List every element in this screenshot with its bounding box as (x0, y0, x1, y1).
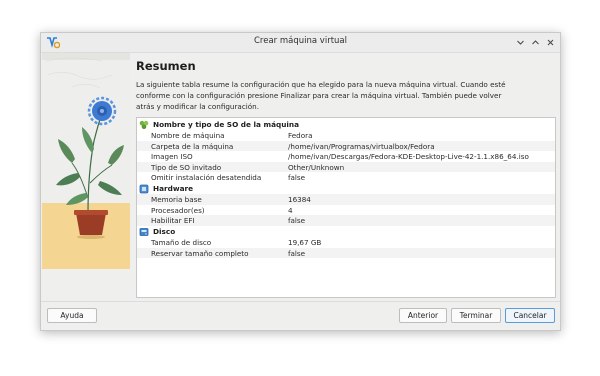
group-label: Disco (153, 227, 176, 236)
table-row: Memoria base 16384 (137, 194, 555, 205)
finish-button[interactable]: Terminar (451, 308, 501, 323)
summary-table[interactable]: Nombre y tipo de SO de la máquina Nombre… (136, 117, 556, 298)
table-row: Nombre de máquina Fedora (137, 130, 555, 141)
group-label: Nombre y tipo de SO de la máquina (153, 120, 300, 129)
table-row: Reservar tamaño completo false (137, 247, 555, 259)
wizard-illustration (42, 53, 130, 269)
row-key: Tipo de SO invitado (151, 162, 222, 172)
table-row: Habilitar EFI false (137, 215, 555, 226)
help-button[interactable]: Ayuda (47, 308, 97, 323)
row-key: Imagen ISO (151, 152, 193, 162)
chevron-up-icon (532, 39, 539, 44)
table-row: Tipo de SO invitado Other/Unknown (137, 161, 555, 173)
summary-page: Resumen La siguiente tabla resume la con… (136, 53, 556, 298)
os-type-icon (139, 120, 149, 130)
table-row: Tamaño de disco 19,67 GB (137, 237, 555, 248)
create-vm-dialog: Crear máquina virtual Resumen La siguien… (40, 32, 561, 331)
row-value: 16384 (288, 195, 311, 204)
close-button[interactable] (544, 35, 557, 49)
row-value: /home/ivan/Programas/virtualbox/Fedora (288, 141, 435, 151)
row-key: Tamaño de disco (151, 238, 212, 247)
title-bar[interactable]: Crear máquina virtual (41, 33, 560, 53)
window-title: Crear máquina virtual (254, 36, 347, 46)
row-key: Nombre de máquina (151, 131, 225, 140)
row-value: false (288, 173, 306, 183)
table-row: Procesador(es) 4 (137, 205, 555, 216)
table-row: Omitir instalación desatendida false (137, 172, 555, 183)
table-row: Imagen ISO /home/ivan/Descargas/Fedora-K… (137, 151, 555, 162)
row-value: 4 (288, 205, 293, 215)
hardware-icon (139, 184, 149, 194)
row-key: Reservar tamaño completo (151, 248, 249, 258)
row-key: Omitir instalación desatendida (151, 173, 262, 183)
close-icon (547, 39, 554, 45)
row-value: false (288, 216, 306, 226)
summary-group-name-os: Nombre y tipo de SO de la máquina (137, 119, 555, 130)
row-key: Memoria base (151, 195, 202, 204)
group-label: Hardware (153, 184, 194, 193)
back-button[interactable]: Anterior (399, 308, 447, 323)
disk-icon (139, 228, 149, 236)
row-value: /home/ivan/Descargas/Fedora-KDE-Desktop-… (288, 152, 529, 162)
cancel-button[interactable]: Cancelar (505, 308, 555, 323)
row-key: Carpeta de la máquina (151, 141, 234, 151)
dialog-footer: Ayuda Anterior Terminar Cancelar (41, 301, 560, 330)
row-key: Habilitar EFI (151, 216, 195, 226)
table-row: Carpeta de la máquina /home/ivan/Program… (137, 140, 555, 152)
row-value: false (288, 248, 306, 258)
row-value: 19,67 GB (288, 238, 322, 247)
page-description: La siguiente tabla resume la configuraci… (136, 80, 506, 111)
summary-group-disk: Disco (137, 226, 555, 237)
row-value: Fedora (288, 131, 313, 140)
page-title: Resumen (136, 59, 196, 73)
row-key: Procesador(es) (151, 205, 205, 215)
maximize-button[interactable] (529, 35, 542, 49)
chevron-down-icon (517, 40, 524, 45)
summary-group-hardware: Hardware (137, 183, 555, 194)
plant-illustration (42, 53, 130, 269)
minimize-button[interactable] (514, 35, 527, 49)
row-value: Other/Unknown (288, 162, 345, 172)
